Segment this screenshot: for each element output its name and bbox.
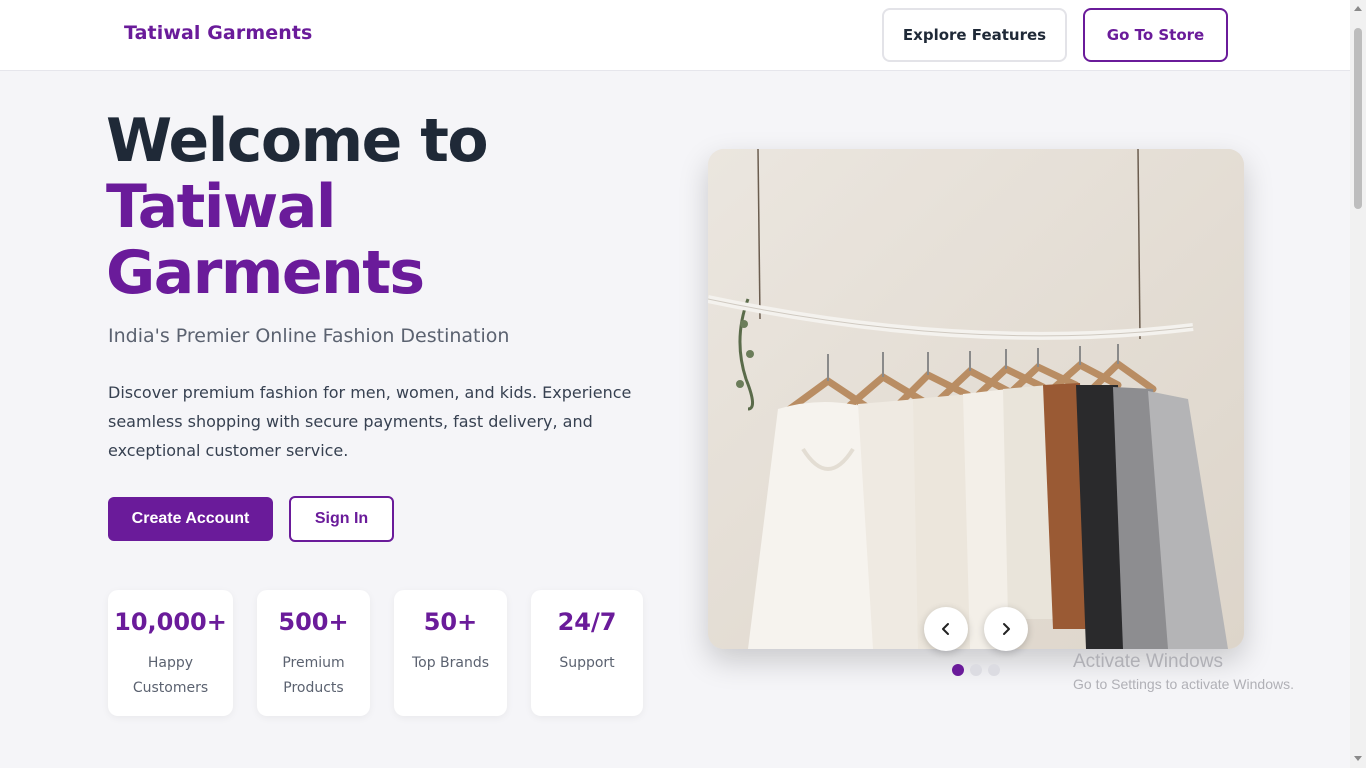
clothes-rack-photo [708,149,1244,649]
stat-card-support: 24/7 Support [531,590,643,716]
stat-label: Support [559,655,615,671]
go-to-store-button[interactable]: Go To Store [1083,8,1228,62]
stat-label: Happy Customers [132,655,209,696]
page-scrollbar[interactable] [1350,0,1366,768]
scroll-down-arrow-icon[interactable] [1354,756,1362,761]
hero-title-line-3: Garments [106,238,425,308]
scroll-thumb[interactable] [1354,28,1362,209]
stat-label: Premium Products [282,655,345,696]
stat-card-customers: 10,000+ Happy Customers [108,590,233,716]
brand-logo[interactable]: Tatiwal Garments [124,22,312,44]
carousel-dot-2[interactable] [970,664,982,676]
activate-windows-title: Activate Windows [1073,651,1223,672]
stat-value: 10,000+ [114,608,227,636]
hero-title-line-1: Welcome to [106,106,489,176]
carousel-prev-button[interactable] [924,607,968,651]
hero-title-line-2: Tatiwal [106,172,336,242]
carousel-dot-1[interactable] [952,664,964,676]
stat-label: Top Brands [411,655,490,671]
hero-subtitle: India's Premier Online Fashion Destinati… [108,325,510,347]
stat-value: 50+ [423,608,478,636]
scroll-up-arrow-icon[interactable] [1354,6,1362,11]
hero-description: Discover premium fashion for men, women,… [108,383,632,460]
explore-features-button[interactable]: Explore Features [882,8,1067,62]
stat-card-products: 500+ Premium Products [257,590,370,716]
activate-windows-subtitle: Go to Settings to activate Windows. [1073,676,1294,692]
stat-value: 24/7 [557,608,617,636]
carousel-next-button[interactable] [984,607,1028,651]
stat-card-brands: 50+ Top Brands [394,590,507,716]
sign-in-button[interactable]: Sign In [289,496,394,542]
hero-carousel [708,149,1244,649]
stat-value: 500+ [278,608,349,636]
carousel-dot-3[interactable] [988,664,1000,676]
chevron-left-icon [942,623,949,635]
chevron-right-icon [1003,623,1010,635]
create-account-button[interactable]: Create Account [108,497,273,541]
site-header: Tatiwal Garments Explore Features Go To … [0,0,1350,71]
